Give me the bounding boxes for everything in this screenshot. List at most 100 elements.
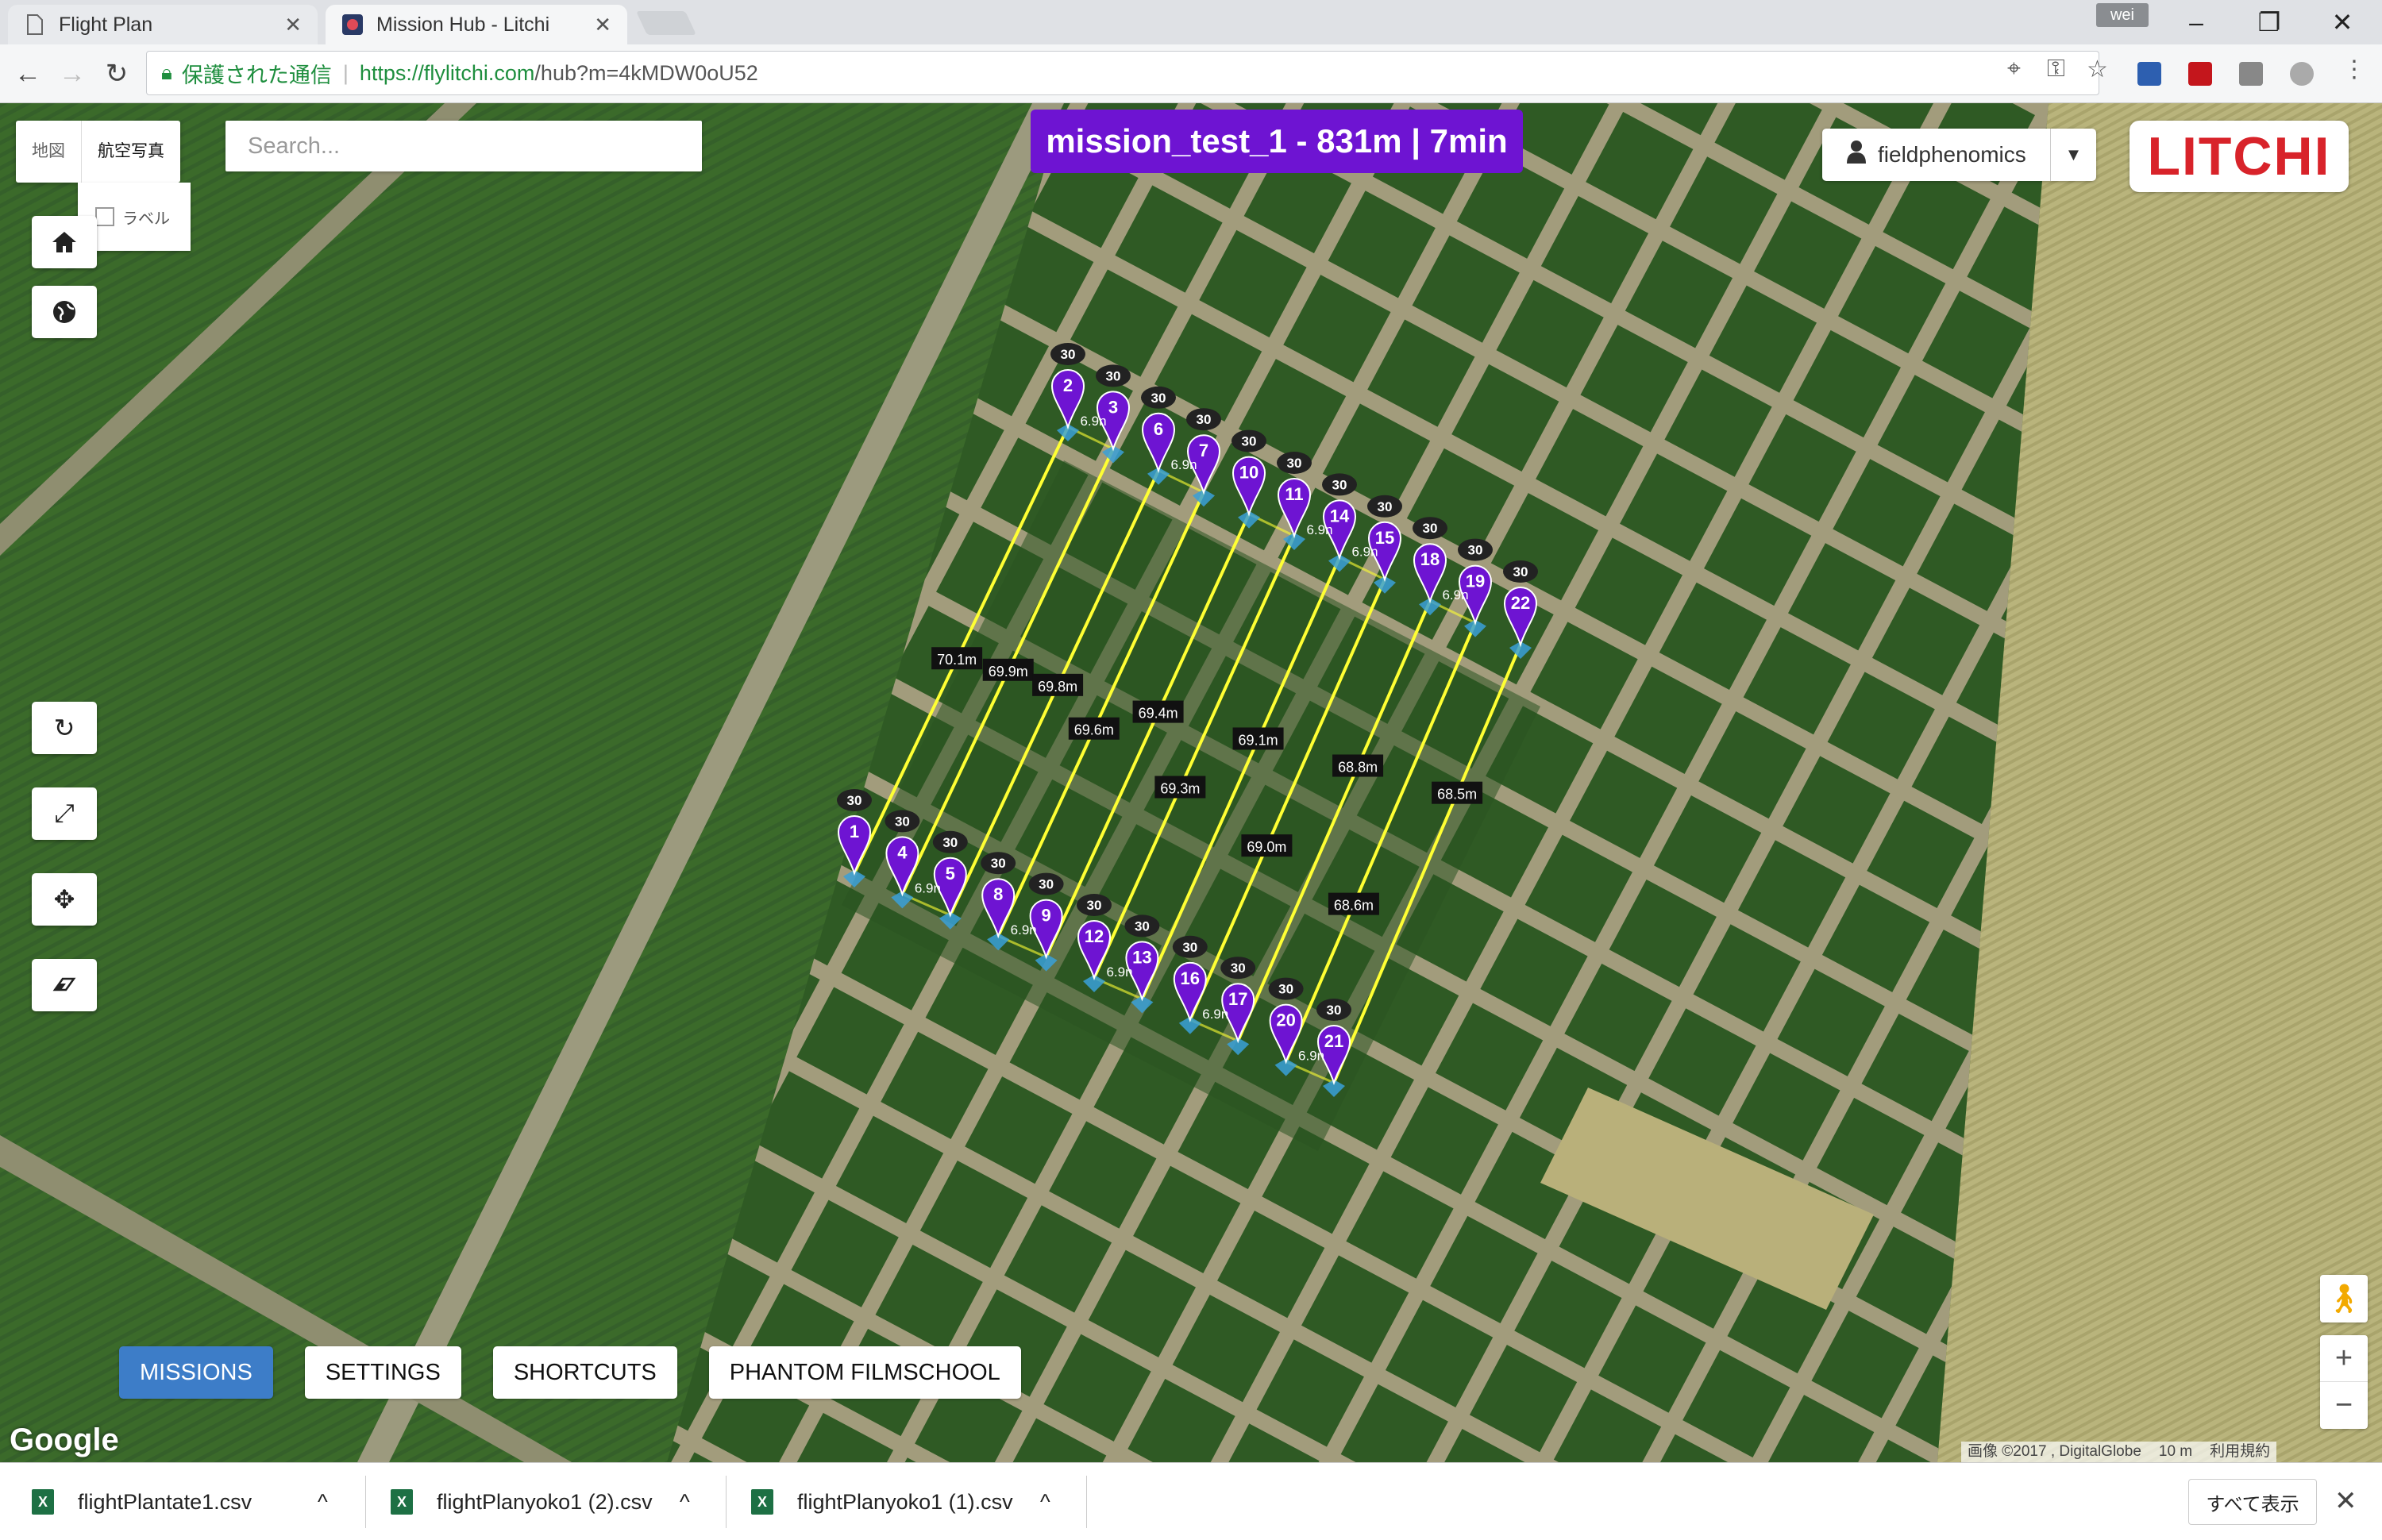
eraser-icon[interactable] xyxy=(32,959,97,1011)
close-shelf-icon[interactable]: ✕ xyxy=(2334,1485,2357,1517)
back-arrow-icon[interactable]: ← xyxy=(8,54,48,94)
altitude-label: 30 xyxy=(1513,564,1528,579)
waypoint-number: 4 xyxy=(897,842,908,862)
chevron-up-icon[interactable]: ^ xyxy=(318,1477,328,1527)
mission-title: mission_test_1 - 831m | 7min xyxy=(1031,110,1523,173)
tab-strip: Flight Plan ✕ Mission Hub - Litchi ✕ wei… xyxy=(0,0,2382,44)
height-label: 6.9n xyxy=(1080,414,1106,429)
litchi-logo[interactable]: LITCHI xyxy=(2130,121,2349,192)
pegman-icon[interactable]: 🚶︎ xyxy=(2320,1275,2368,1322)
altitude-label: 30 xyxy=(1087,898,1102,913)
key-icon[interactable]: ⚿ xyxy=(2047,56,2065,83)
altitude-label: 30 xyxy=(1423,521,1438,536)
new-tab-button[interactable] xyxy=(636,11,696,35)
page-icon xyxy=(24,13,46,36)
map-view[interactable]: 70.1m 69.9m 69.8m 69.6m 69.4m 69.3m 69.1m 69.0m… xyxy=(0,103,2382,1462)
globe-icon[interactable] xyxy=(32,286,97,338)
altitude-label: 30 xyxy=(1151,391,1166,406)
altitude-label: 30 xyxy=(1287,456,1302,471)
reload-icon[interactable]: ↻ xyxy=(97,54,137,94)
zoom-out-button[interactable]: − xyxy=(2320,1382,2368,1429)
url-path: /hub?m=4kMDW0oU52 xyxy=(534,60,758,85)
flight-path-leg xyxy=(1236,600,1432,1041)
map-type-control: 地図 航空写真 xyxy=(16,121,180,183)
tab-flight-plan[interactable]: Flight Plan ✕ xyxy=(8,5,318,44)
shortcuts-button[interactable]: SHORTCUTS xyxy=(492,1346,677,1399)
extension-icon-2[interactable] xyxy=(2290,62,2314,86)
move-icon[interactable]: ✥ xyxy=(32,873,97,926)
terms-link[interactable]: 利用規約 xyxy=(2210,1442,2270,1462)
bookmark-star-icon[interactable]: ☆ xyxy=(2087,56,2108,83)
download-filename: flightPlantate1.csv xyxy=(78,1489,252,1514)
flight-path-leg xyxy=(1332,644,1522,1084)
distance-label: 68.6m xyxy=(1334,898,1374,914)
chevron-up-icon[interactable]: ^ xyxy=(1040,1477,1050,1527)
tab-close-icon[interactable]: ✕ xyxy=(284,13,302,37)
excel-file-icon: X xyxy=(391,1489,413,1515)
user-menu[interactable]: fieldphenomics ▼ xyxy=(1822,129,2096,181)
browser-toolbar: ← → ↻ 🔒︎ 保護された通信 | https://flylitchi.com… xyxy=(0,44,2382,103)
downloads-shelf: X flightPlantate1.csv ^ X flightPlanyoko… xyxy=(0,1462,2382,1540)
height-label: 6.9n xyxy=(1202,1007,1228,1022)
altitude-label: 30 xyxy=(1378,499,1393,514)
phantom-filmschool-button[interactable]: PHANTOM FILMSCHOOL xyxy=(708,1346,1021,1399)
tab-mission-hub[interactable]: Mission Hub - Litchi ✕ xyxy=(326,5,627,44)
excel-file-icon: X xyxy=(32,1489,54,1515)
show-all-button[interactable]: すべて表示 xyxy=(2188,1479,2317,1525)
waypoint-number: 6 xyxy=(1154,419,1163,439)
distance-label: 69.3m xyxy=(1160,780,1200,796)
security-label: 保護された通信 xyxy=(181,63,332,87)
waypoint-number: 20 xyxy=(1276,1011,1295,1030)
altitude-label: 30 xyxy=(1135,918,1150,934)
map-type-satellite[interactable]: 航空写真 xyxy=(81,121,180,183)
flight-path-leg xyxy=(1284,622,1477,1063)
height-label: 6.9n xyxy=(1106,964,1132,980)
tab-title: Mission Hub - Litchi xyxy=(376,13,550,36)
home-icon[interactable] xyxy=(32,216,97,268)
extension-icon[interactable] xyxy=(2239,62,2263,86)
waypoint-number: 2 xyxy=(1063,375,1073,395)
fullscreen-icon[interactable]: ⤢ xyxy=(32,787,97,840)
address-bar[interactable]: 🔒︎ 保護された通信 | https://flylitchi.com /hub?… xyxy=(146,51,2099,95)
download-item[interactable]: X flightPlantate1.csv xyxy=(32,1477,252,1527)
mission-overlay[interactable]: 70.1m 69.9m 69.8m 69.6m 69.4m 69.3m 69.1m 69.0m… xyxy=(0,103,2382,1462)
download-extension-icon[interactable] xyxy=(2137,62,2161,86)
forward-arrow-icon[interactable]: → xyxy=(52,54,92,94)
person-icon xyxy=(1846,140,1867,170)
tab-close-icon[interactable]: ✕ xyxy=(594,13,611,37)
chevron-down-icon[interactable]: ▼ xyxy=(2050,129,2096,181)
altitude-label: 30 xyxy=(1182,940,1197,955)
distance-label: 69.1m xyxy=(1239,732,1278,748)
download-item[interactable]: X flightPlanyoko1 (1).csv xyxy=(751,1477,1013,1527)
settings-button[interactable]: SETTINGS xyxy=(304,1346,461,1399)
divider xyxy=(726,1476,727,1528)
waypoint-number: 22 xyxy=(1511,593,1530,613)
scale-bar[interactable]: 10 m xyxy=(2159,1442,2192,1462)
url-host: https://flylitchi.com xyxy=(359,60,535,85)
altitude-label: 30 xyxy=(1039,877,1054,892)
height-label: 6.9n xyxy=(1170,457,1197,472)
label-checkbox[interactable] xyxy=(95,207,114,226)
pdf-extension-icon[interactable] xyxy=(2188,62,2212,86)
altitude-label: 30 xyxy=(847,793,862,808)
map-type-roadmap[interactable]: 地図 xyxy=(16,121,81,183)
zoom-in-button[interactable]: + xyxy=(2320,1335,2368,1382)
chevron-up-icon[interactable]: ^ xyxy=(680,1477,690,1527)
missions-button[interactable]: MISSIONS xyxy=(119,1346,273,1399)
menu-kebab-icon[interactable]: ⋮ xyxy=(2342,56,2366,83)
waypoint-number: 5 xyxy=(946,864,955,884)
close-window-icon[interactable]: ✕ xyxy=(2311,0,2374,44)
altitude-label: 30 xyxy=(1242,434,1257,449)
search-input[interactable]: Search... xyxy=(225,121,702,171)
download-item[interactable]: X flightPlanyoko1 (2).csv xyxy=(391,1477,653,1527)
location-icon[interactable]: ⌖ xyxy=(2007,56,2021,83)
refresh-icon[interactable]: ↻ xyxy=(32,702,97,754)
altitude-label: 30 xyxy=(1327,1003,1342,1018)
zoom-control: + − xyxy=(2320,1335,2368,1429)
altitude-label: 30 xyxy=(991,856,1006,871)
restore-icon[interactable]: ❐ xyxy=(2237,0,2301,44)
profile-chip[interactable]: wei xyxy=(2096,3,2149,27)
distance-label: 68.8m xyxy=(1338,760,1378,776)
minimize-icon[interactable]: – xyxy=(2164,0,2228,44)
waypoint-number: 11 xyxy=(1285,484,1303,504)
